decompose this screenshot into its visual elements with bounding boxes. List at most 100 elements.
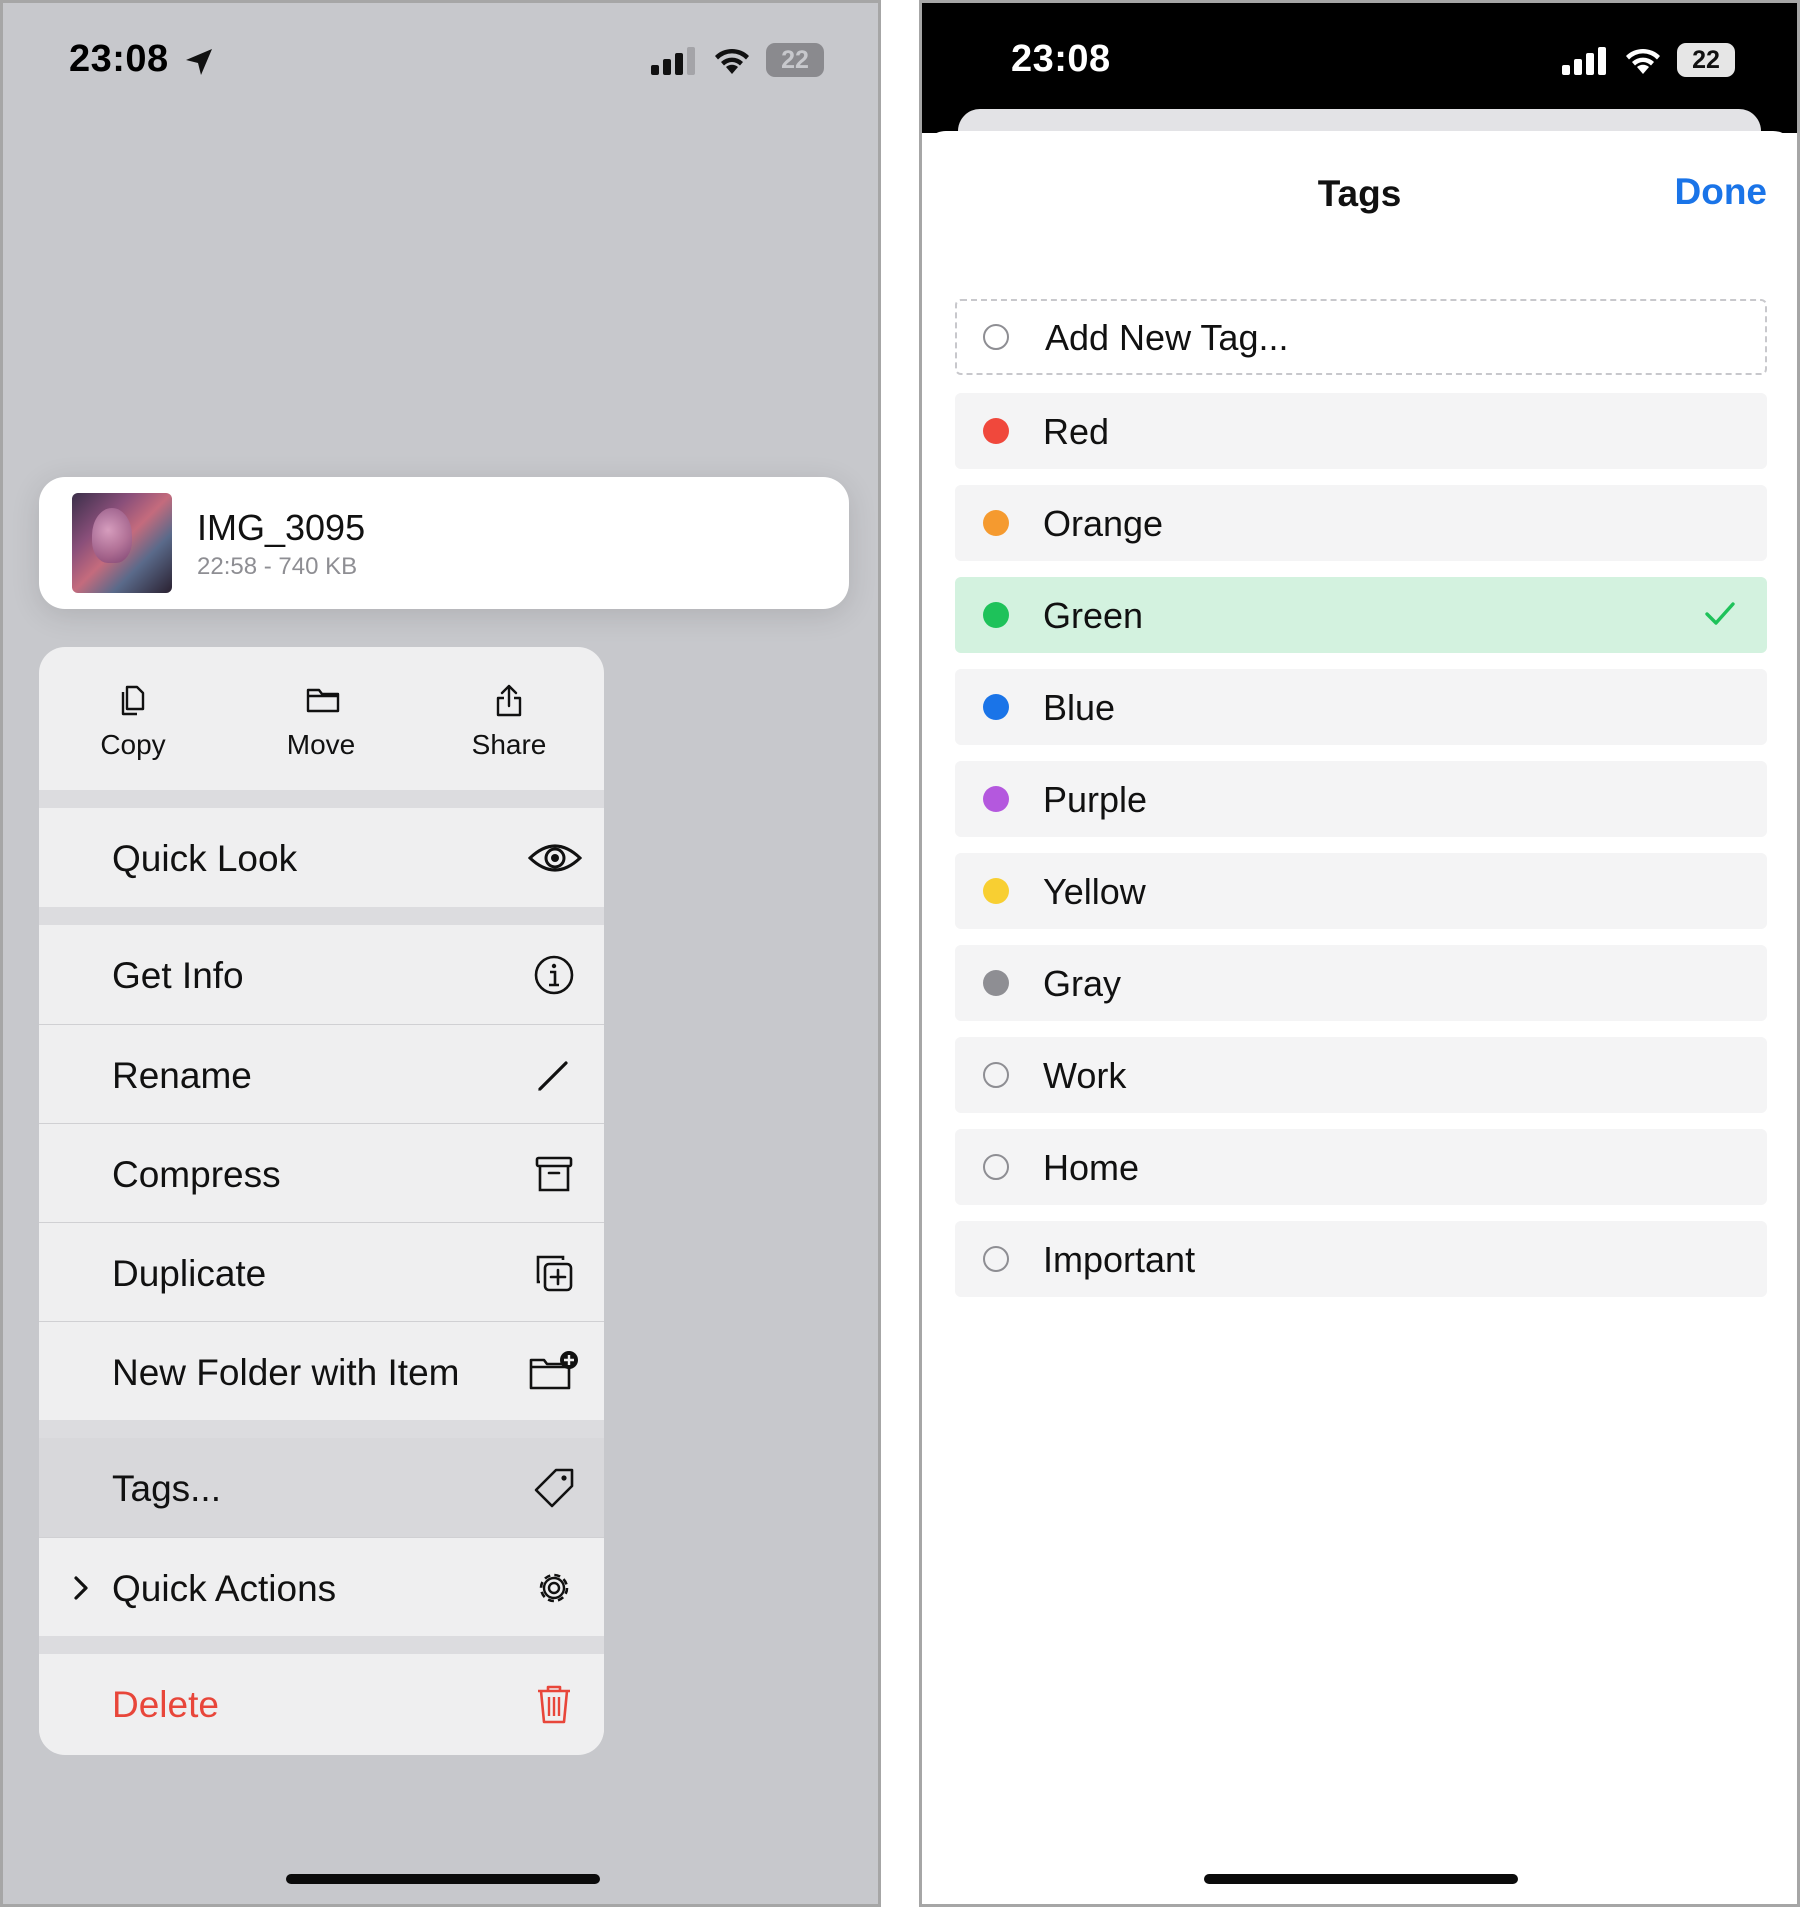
tag-label: Work xyxy=(1043,1055,1127,1096)
tag-row-red[interactable]: Red xyxy=(955,393,1767,469)
color-dot-icon xyxy=(983,878,1009,904)
tag-label: Orange xyxy=(1043,503,1164,544)
status-time: 23:08 xyxy=(1011,38,1111,80)
copy-label: Copy xyxy=(100,729,166,760)
sheet-title: Tags xyxy=(1317,173,1402,214)
right-phone-screen: 23:08 22 Tags Done Add New Tag... Red Ora… xyxy=(919,0,1800,1907)
archive-box-icon xyxy=(535,1156,573,1192)
color-dot-icon xyxy=(983,602,1009,628)
tag-label: Home xyxy=(1043,1147,1140,1188)
battery-level: 22 xyxy=(781,46,809,74)
tag-row-home[interactable]: Home xyxy=(955,1129,1767,1205)
menu-separator xyxy=(39,790,604,808)
quick-actions-item[interactable]: Quick Actions xyxy=(39,1537,604,1636)
file-thumbnail xyxy=(72,493,172,593)
gear-icon xyxy=(539,1573,569,1603)
compress-item[interactable]: Compress xyxy=(39,1123,604,1222)
chevron-right-icon xyxy=(74,1576,88,1600)
file-name: IMG_3095 xyxy=(197,507,366,548)
empty-circle-icon xyxy=(983,1062,1009,1088)
tag-row-orange[interactable]: Orange xyxy=(955,485,1767,561)
tag-label: Red xyxy=(1043,411,1110,452)
signal-icon xyxy=(651,47,697,75)
add-new-tag-label: Add New Tag... xyxy=(1045,317,1289,358)
file-preview-card[interactable]: IMG_3095 22:58 - 740 KB xyxy=(39,477,849,609)
color-dot-icon xyxy=(983,786,1009,812)
signal-icon xyxy=(1562,47,1608,75)
empty-circle-icon xyxy=(983,1154,1009,1180)
tag-row-work[interactable]: Work xyxy=(955,1037,1767,1113)
color-dot-icon xyxy=(983,970,1009,996)
tags-item[interactable]: Tags... xyxy=(39,1438,604,1537)
color-dot-icon xyxy=(983,694,1009,720)
tag-row-blue[interactable]: Blue xyxy=(955,669,1767,745)
status-time: 23:08 xyxy=(69,38,169,80)
get-info-item[interactable]: Get Info xyxy=(39,925,604,1024)
tags-label: Tags... xyxy=(112,1468,221,1509)
copy-button[interactable]: Copy xyxy=(39,647,227,790)
tag-label: Purple xyxy=(1043,779,1148,820)
rename-item[interactable]: Rename xyxy=(39,1024,604,1123)
tag-row-gray[interactable]: Gray xyxy=(955,945,1767,1021)
wifi-icon xyxy=(1626,48,1660,74)
duplicate-plus-icon xyxy=(536,1255,573,1292)
share-label: Share xyxy=(471,729,547,760)
quick-actions-label: Quick Actions xyxy=(112,1568,337,1609)
tag-label: Important xyxy=(1043,1239,1196,1280)
info-icon xyxy=(534,955,574,995)
move-label: Move xyxy=(286,729,356,760)
get-info-label: Get Info xyxy=(112,955,244,996)
done-button[interactable]: Done xyxy=(1675,171,1768,213)
checkmark-icon xyxy=(1705,602,1735,625)
battery-icon: 22 xyxy=(766,43,824,77)
left-phone-screen: 23:08 22 IMG_3095 22:58 - 740 KB Copy Mo… xyxy=(0,0,881,1907)
color-dot-icon xyxy=(983,510,1009,536)
menu-separator xyxy=(39,1420,604,1438)
file-meta: 22:58 - 740 KB xyxy=(197,553,358,580)
share-button[interactable]: Share xyxy=(415,647,603,790)
copy-icon xyxy=(121,685,145,716)
wifi-icon xyxy=(715,48,749,74)
delete-label: Delete xyxy=(112,1684,219,1725)
tags-sheet: Tags Done Add New Tag... Red Orange Green B… xyxy=(922,131,1797,1904)
rename-label: Rename xyxy=(112,1055,252,1096)
folder-add-icon xyxy=(529,1351,578,1390)
duplicate-item[interactable]: Duplicate xyxy=(39,1222,604,1321)
menu-separator xyxy=(39,1636,604,1654)
battery-level: 22 xyxy=(1692,46,1720,74)
compress-label: Compress xyxy=(112,1154,281,1195)
menu-separator xyxy=(39,907,604,925)
tag-row-green[interactable]: Green xyxy=(955,577,1767,653)
add-new-tag-row[interactable]: Add New Tag... xyxy=(955,299,1767,375)
tag-label: Gray xyxy=(1043,963,1122,1004)
battery-icon: 22 xyxy=(1677,43,1735,77)
color-dot-icon xyxy=(983,418,1009,444)
status-bar: 23:08 22 xyxy=(922,3,1797,113)
tag-label: Green xyxy=(1043,595,1144,636)
context-menu: Copy Move Share Quick Look Get Info Rena… xyxy=(39,647,604,1755)
eye-icon xyxy=(528,844,582,872)
new-folder-with-item[interactable]: New Folder with Item xyxy=(39,1321,604,1420)
tag-label: Blue xyxy=(1043,687,1116,728)
top-action-bar: Copy Move Share xyxy=(39,647,604,790)
tag-icon xyxy=(534,1468,574,1508)
home-indicator[interactable] xyxy=(1204,1874,1518,1884)
home-indicator[interactable] xyxy=(286,1874,600,1884)
tag-row-yellow[interactable]: Yellow xyxy=(955,853,1767,929)
delete-item[interactable]: Delete xyxy=(39,1654,604,1753)
trash-icon xyxy=(538,1685,570,1724)
move-button[interactable]: Move xyxy=(227,647,415,790)
folder-icon xyxy=(306,688,340,713)
new-folder-label: New Folder with Item xyxy=(112,1352,460,1393)
tag-row-important[interactable]: Important xyxy=(955,1221,1767,1297)
pencil-icon xyxy=(538,1061,568,1091)
empty-circle-icon xyxy=(983,1246,1009,1272)
quick-look-item[interactable]: Quick Look xyxy=(39,808,604,907)
tag-row-purple[interactable]: Purple xyxy=(955,761,1767,837)
location-arrow-icon xyxy=(186,49,212,75)
duplicate-label: Duplicate xyxy=(112,1253,267,1294)
status-bar: 23:08 22 xyxy=(3,3,878,113)
empty-circle-icon xyxy=(983,324,1009,350)
quick-look-label: Quick Look xyxy=(112,838,298,879)
tag-label: Yellow xyxy=(1043,871,1146,912)
